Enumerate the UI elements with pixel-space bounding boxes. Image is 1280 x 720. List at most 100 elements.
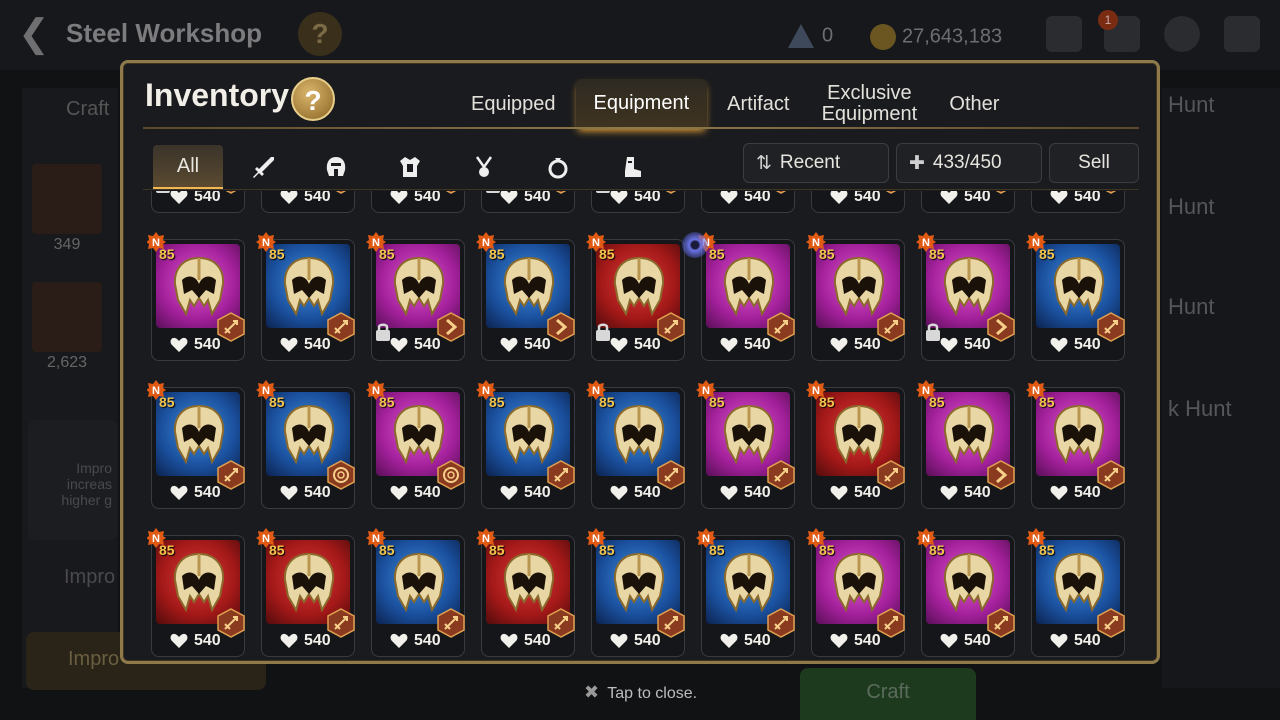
- tab-exclusive-equipment[interactable]: Exclusive Equipment: [809, 79, 929, 129]
- equipment-card[interactable]: 85 N 540: [147, 528, 245, 657]
- equipment-card[interactable]: 85 N 540: [366, 380, 465, 509]
- equipment-item[interactable]: 85 N 540: [366, 232, 477, 387]
- craft-tab[interactable]: Craft: [66, 98, 109, 121]
- equipment-card[interactable]: 85 N 540: [701, 191, 795, 213]
- equipment-card[interactable]: 85 N 540: [1026, 528, 1125, 657]
- equipment-card[interactable]: 85 N 540: [151, 191, 245, 213]
- sell-button[interactable]: Sell: [1049, 143, 1139, 183]
- heart-icon: [1050, 191, 1068, 204]
- equipment-card[interactable]: 85 N 540: [806, 528, 905, 657]
- heart-icon: [390, 633, 408, 648]
- equipment-card[interactable]: 85 N 540: [1026, 380, 1125, 509]
- equipment-item[interactable]: 85 N 540: [806, 380, 917, 535]
- equipment-card[interactable]: 85 N 540: [586, 528, 685, 657]
- equipment-item[interactable]: 85 N 540: [696, 380, 807, 535]
- hunt-entry[interactable]: Hunt: [1168, 294, 1214, 320]
- filter-helmet[interactable]: [301, 145, 371, 189]
- filter-necklace[interactable]: [449, 145, 519, 189]
- material-slot[interactable]: [32, 282, 102, 352]
- equipment-card[interactable]: 85 N 540: [916, 380, 1015, 509]
- tab-equipped[interactable]: Equipped: [453, 79, 574, 129]
- equipment-item[interactable]: 85 N 540: [147, 232, 257, 387]
- equipment-card[interactable]: 85 N 540: [256, 380, 355, 509]
- hunt-entry[interactable]: Hunt: [1168, 194, 1214, 220]
- expand-inventory-button[interactable]: ✚ 433/450: [896, 143, 1042, 183]
- equipment-item[interactable]: 85 N 540: [147, 380, 257, 535]
- equipment-item[interactable]: 85 N 540: [696, 528, 807, 661]
- equipment-card[interactable]: 85 N 540: [1026, 232, 1125, 361]
- equipment-item[interactable]: 85 N 540: [256, 380, 367, 535]
- equipment-item[interactable]: 85 N 540: [806, 232, 917, 387]
- equipment-card[interactable]: 85 N 540: [476, 528, 575, 657]
- equipment-card[interactable]: 85 N 540: [256, 232, 355, 361]
- back-arrow-icon[interactable]: ❮: [18, 14, 58, 54]
- tab-artifact[interactable]: Artifact: [709, 79, 807, 129]
- equipment-card[interactable]: 85 N 540: [586, 232, 685, 361]
- equipment-card[interactable]: 85 N 540: [811, 191, 905, 213]
- equipment-item[interactable]: 85 N 540: [586, 528, 697, 661]
- equipment-item[interactable]: 85 N 540: [696, 232, 807, 387]
- hunt-entry[interactable]: Hunt: [1168, 92, 1214, 118]
- filter-boots[interactable]: [597, 145, 667, 189]
- equipment-item[interactable]: 85 N 540: [476, 380, 587, 535]
- equipment-card[interactable]: 85 N 540: [147, 232, 245, 361]
- equipment-item[interactable]: 85 N 540: [147, 528, 257, 661]
- equipment-card[interactable]: 85 N 540: [916, 528, 1015, 657]
- equipment-item[interactable]: 85 N 540: [476, 232, 587, 387]
- equipment-item[interactable]: 85 N 540: [256, 528, 367, 661]
- equipment-item[interactable]: 85 N 540: [586, 232, 697, 387]
- equipment-item[interactable]: 85 N 540: [1026, 232, 1137, 387]
- filter-weapon[interactable]: [227, 145, 297, 189]
- equipment-card[interactable]: 85 N 540: [591, 191, 685, 213]
- svg-text:N: N: [702, 385, 710, 397]
- equipment-grid-viewport[interactable]: 85 N 540 85 N 540 85 N: [147, 191, 1137, 661]
- close-hint[interactable]: ✖ Tap to close.: [584, 682, 697, 703]
- equipment-card[interactable]: 85 N 540: [806, 380, 905, 509]
- equipment-card[interactable]: 85 N 540: [806, 232, 905, 361]
- equipment-card[interactable]: 85 N 540: [696, 380, 795, 509]
- equipment-card[interactable]: 85 N 540: [481, 191, 575, 213]
- filter-armor[interactable]: [375, 145, 445, 189]
- equipment-item[interactable]: 85 N 540: [366, 528, 477, 661]
- equipment-card[interactable]: 85 N 540: [371, 191, 465, 213]
- equipment-card[interactable]: 85 N 540: [476, 232, 575, 361]
- equipment-card[interactable]: 85 N 540: [476, 380, 575, 509]
- equipment-card[interactable]: 85 N 540: [147, 380, 245, 509]
- equipment-item[interactable]: 85 N 540: [916, 380, 1027, 535]
- equipment-item[interactable]: 85 N 540: [366, 380, 477, 535]
- equipment-item[interactable]: 85 N 540: [806, 528, 917, 661]
- equipment-card[interactable]: 85 N 540: [256, 528, 355, 657]
- equipment-item[interactable]: 85 N 540: [1026, 380, 1137, 535]
- equipment-card[interactable]: 85 N 540: [916, 232, 1015, 361]
- inventory-tabs: Equipped Equipment Artifact Exclusive Eq…: [453, 79, 1019, 131]
- item-power: 540: [390, 336, 441, 354]
- equipment-card[interactable]: 85 N 540: [1031, 191, 1125, 213]
- svg-text:N: N: [922, 385, 930, 397]
- equipment-card[interactable]: 85 N 540: [366, 232, 465, 361]
- help-icon[interactable]: ?: [291, 77, 335, 121]
- equipment-card[interactable]: 85 N 540: [921, 191, 1015, 213]
- equipment-item[interactable]: 85 N 540: [256, 232, 367, 387]
- equipment-item[interactable]: 85 N 540: [916, 528, 1027, 661]
- material-slot[interactable]: [32, 164, 102, 234]
- equipment-card[interactable]: 85 N 540: [366, 528, 465, 657]
- filter-all[interactable]: All: [153, 145, 223, 189]
- equipment-item[interactable]: 85 N 540: [916, 232, 1027, 387]
- craft-button[interactable]: Craft: [800, 668, 976, 720]
- tab-other[interactable]: Other: [931, 79, 1017, 129]
- menu-grid-icon[interactable]: [1224, 16, 1260, 52]
- equipment-item[interactable]: 85 N 540: [476, 528, 587, 661]
- filter-ring[interactable]: [523, 145, 593, 189]
- equipment-card[interactable]: 85 N 540: [261, 191, 355, 213]
- sort-button[interactable]: ⇅ Recent: [743, 143, 889, 183]
- equipment-card[interactable]: 85 N 540: [586, 380, 685, 509]
- tab-equipment[interactable]: Equipment: [575, 79, 708, 129]
- equipment-card[interactable]: 85 N 540: [696, 232, 795, 361]
- equipment-item[interactable]: 85 N 540: [586, 380, 697, 535]
- inventory-chest-icon[interactable]: [1046, 16, 1082, 52]
- equipment-card[interactable]: 85 N 540: [696, 528, 795, 657]
- chat-icon[interactable]: [1164, 16, 1200, 52]
- hunt-entry[interactable]: k Hunt: [1168, 396, 1232, 422]
- screen-help-icon[interactable]: ?: [298, 12, 342, 56]
- equipment-item[interactable]: 85 N 540: [1026, 528, 1137, 661]
